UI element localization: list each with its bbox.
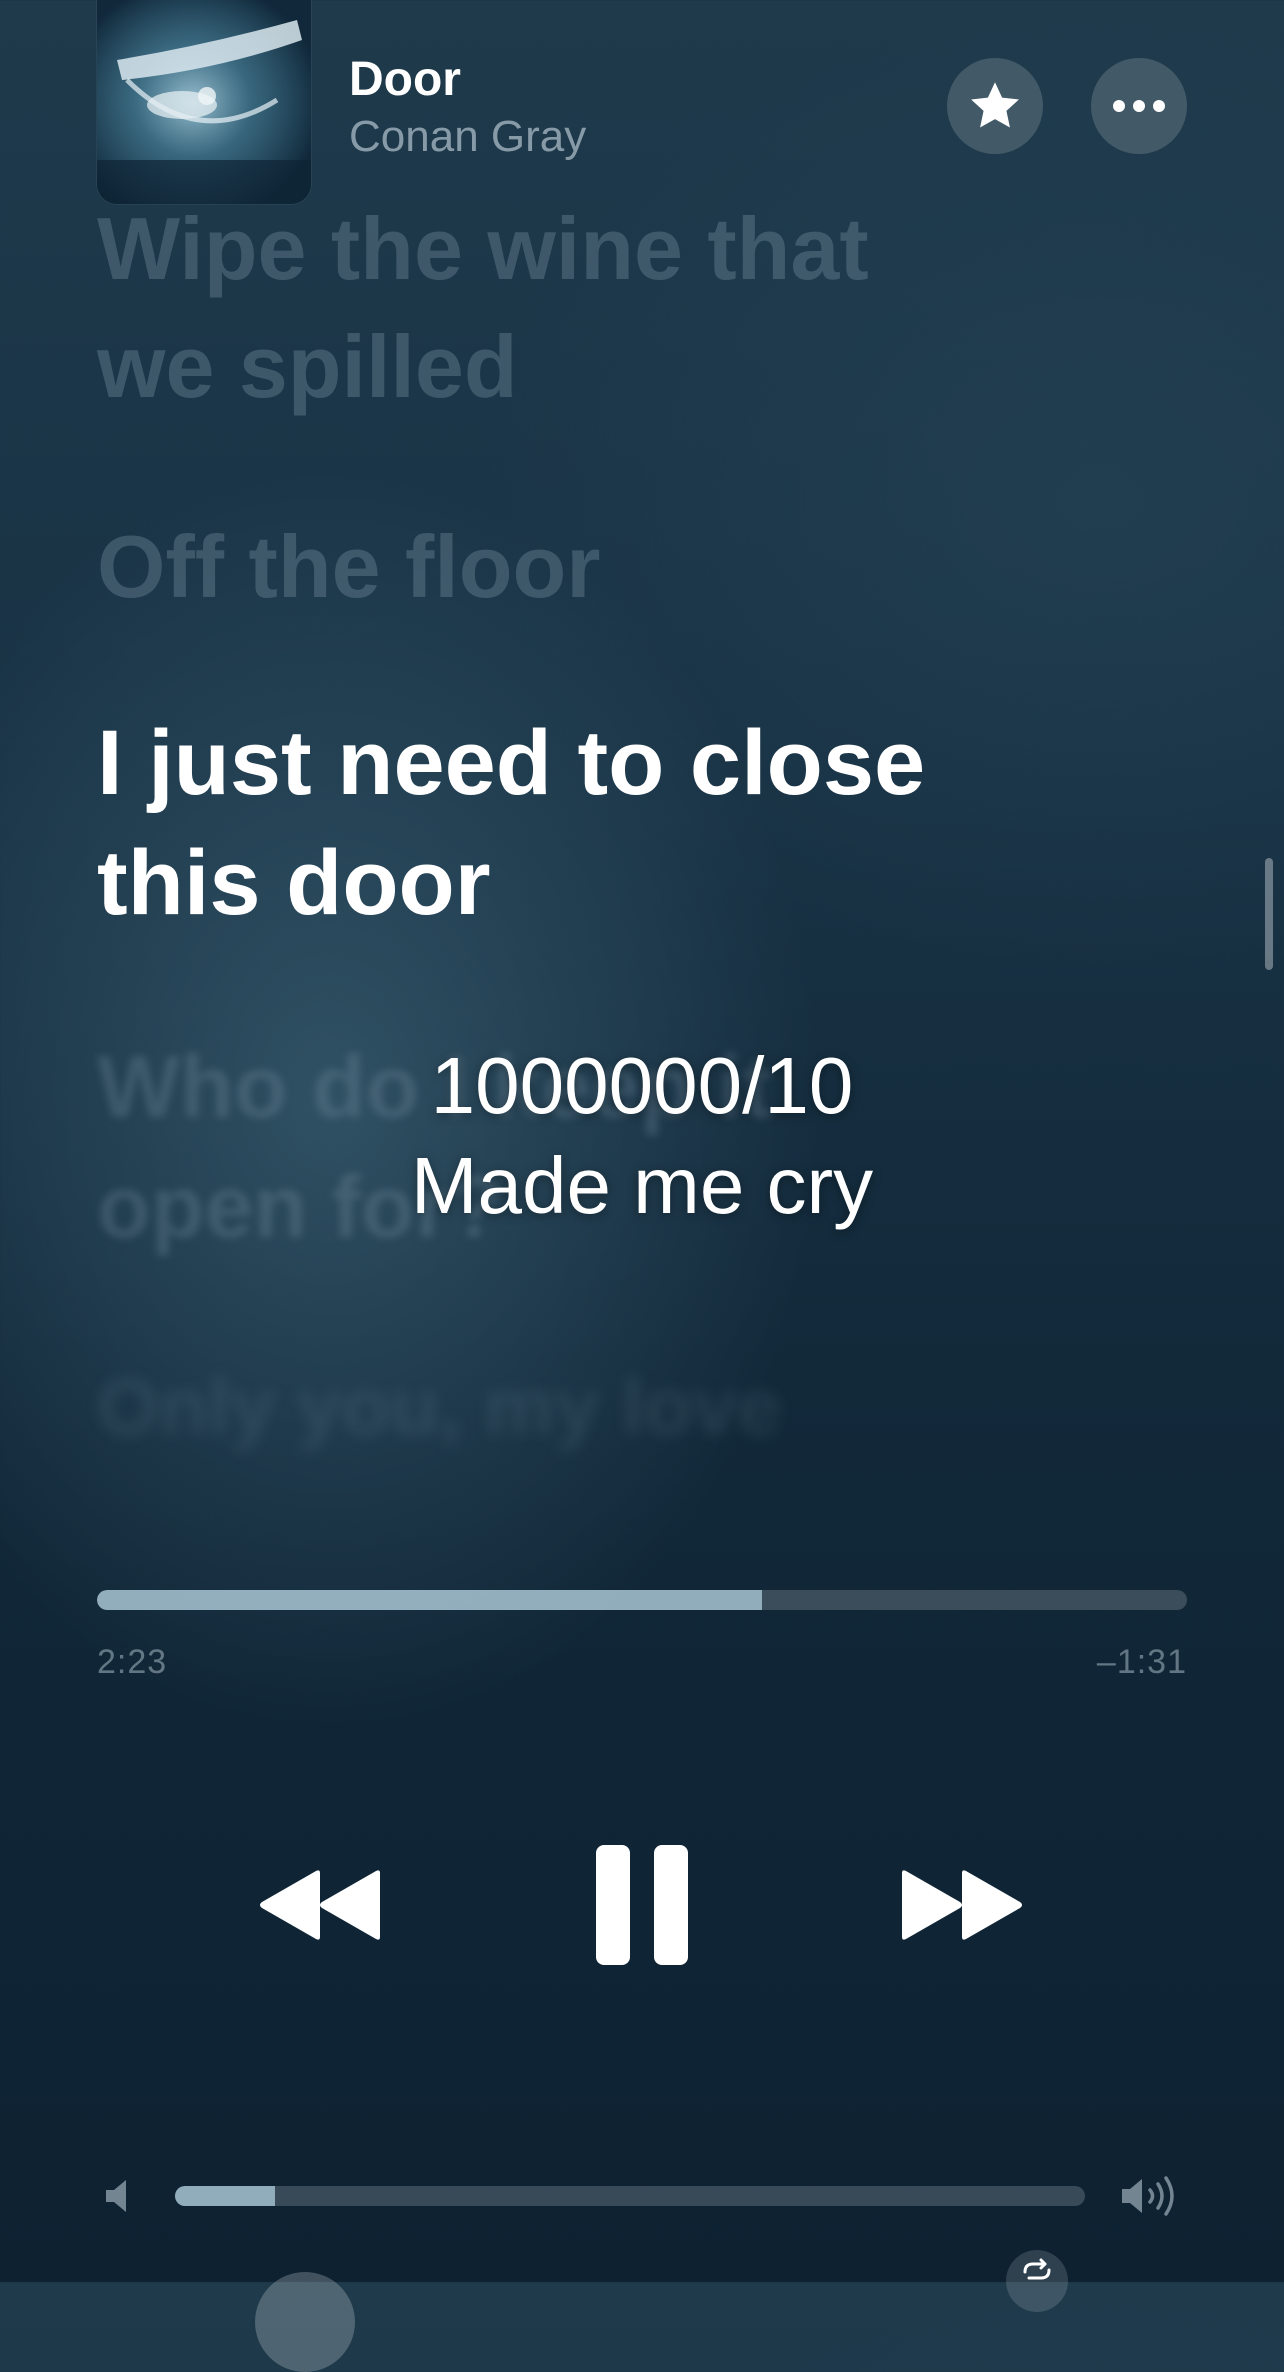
overlay-caption-rating: 1000000/10 — [430, 1041, 854, 1130]
favorite-button[interactable] — [947, 58, 1043, 154]
artist-name[interactable]: Conan Gray — [349, 112, 586, 162]
volume-low-button[interactable] — [104, 2178, 134, 2219]
repeat-button[interactable] — [1006, 2250, 1068, 2312]
scroll-indicator[interactable] — [1265, 858, 1273, 970]
more-options-button[interactable] — [1091, 58, 1187, 154]
playback-progress-fill — [97, 1590, 762, 1610]
repeat-icon — [1023, 2258, 1051, 2280]
volume-slider[interactable] — [175, 2186, 1085, 2206]
speaker-low-icon — [106, 2180, 126, 2212]
playback-scrubber[interactable] — [97, 1590, 1187, 1610]
elapsed-time: 2:23 — [97, 1643, 168, 1681]
rewind-icon — [260, 1870, 380, 1940]
star-icon — [971, 82, 1019, 128]
lyric-line-current[interactable]: I just need to close — [97, 702, 925, 825]
ellipsis-icon — [1113, 100, 1165, 112]
album-artwork-image — [97, 0, 311, 204]
song-title[interactable]: Door — [349, 52, 461, 107]
fast-forward-icon — [902, 1870, 1022, 1940]
lyric-line-current[interactable]: this door — [97, 822, 491, 945]
overlay-caption-text: Made me cry — [410, 1141, 874, 1230]
volume-slider-fill — [175, 2186, 276, 2206]
rewind-button[interactable] — [250, 1860, 390, 1950]
airplay-button[interactable] — [255, 2272, 355, 2372]
remaining-time: –1:31 — [1096, 1643, 1187, 1681]
album-artwork[interactable] — [97, 0, 311, 204]
speaker-high-icon — [1122, 2176, 1174, 2216]
lyric-line-past[interactable]: Wipe the wine that — [97, 187, 869, 310]
pause-icon — [596, 1845, 688, 1965]
lyric-line-upcoming[interactable]: Only you, my love — [97, 1345, 782, 1468]
lyric-line-past[interactable]: Off the floor — [97, 505, 600, 628]
pause-button[interactable] — [580, 1840, 704, 1970]
fast-forward-button[interactable] — [892, 1860, 1032, 1950]
lyric-line-past[interactable]: we spilled — [97, 305, 518, 428]
volume-high-button[interactable] — [1120, 2175, 1182, 2222]
